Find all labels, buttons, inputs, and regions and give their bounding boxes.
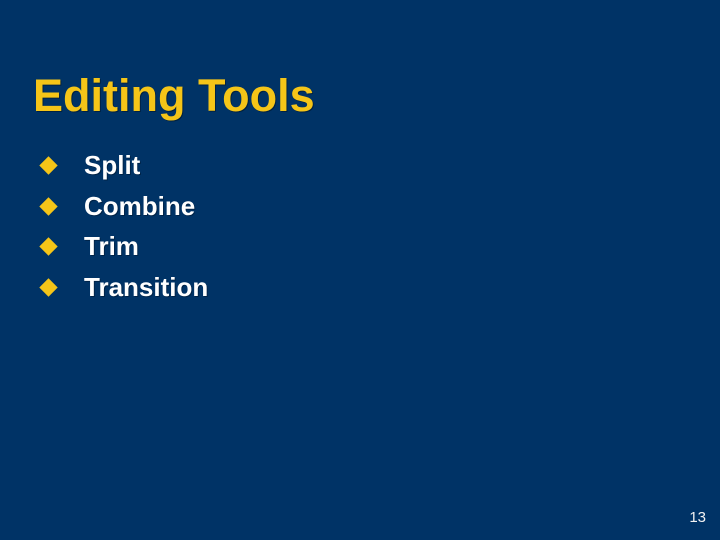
diamond-bullet-icon (39, 156, 58, 175)
list-item: Transition (0, 272, 720, 313)
list-item-label: Split (84, 150, 141, 180)
list-item-label: Transition (84, 271, 209, 302)
slide-canvas: Editing Tools Split Combine Trim Transit… (0, 0, 720, 540)
page-title: Editing Tools (33, 70, 315, 121)
bullet-list: Split Combine Trim Transition (0, 150, 720, 312)
list-item: Split (0, 150, 720, 191)
list-item-label: Trim (84, 231, 139, 261)
diamond-bullet-icon (39, 237, 58, 256)
list-item: Trim (0, 231, 720, 272)
list-item: Combine (0, 191, 720, 232)
diamond-bullet-icon (39, 196, 58, 216)
page-number: 13 (689, 509, 706, 526)
list-item-label: Combine (84, 190, 196, 221)
diamond-bullet-icon (39, 277, 58, 297)
